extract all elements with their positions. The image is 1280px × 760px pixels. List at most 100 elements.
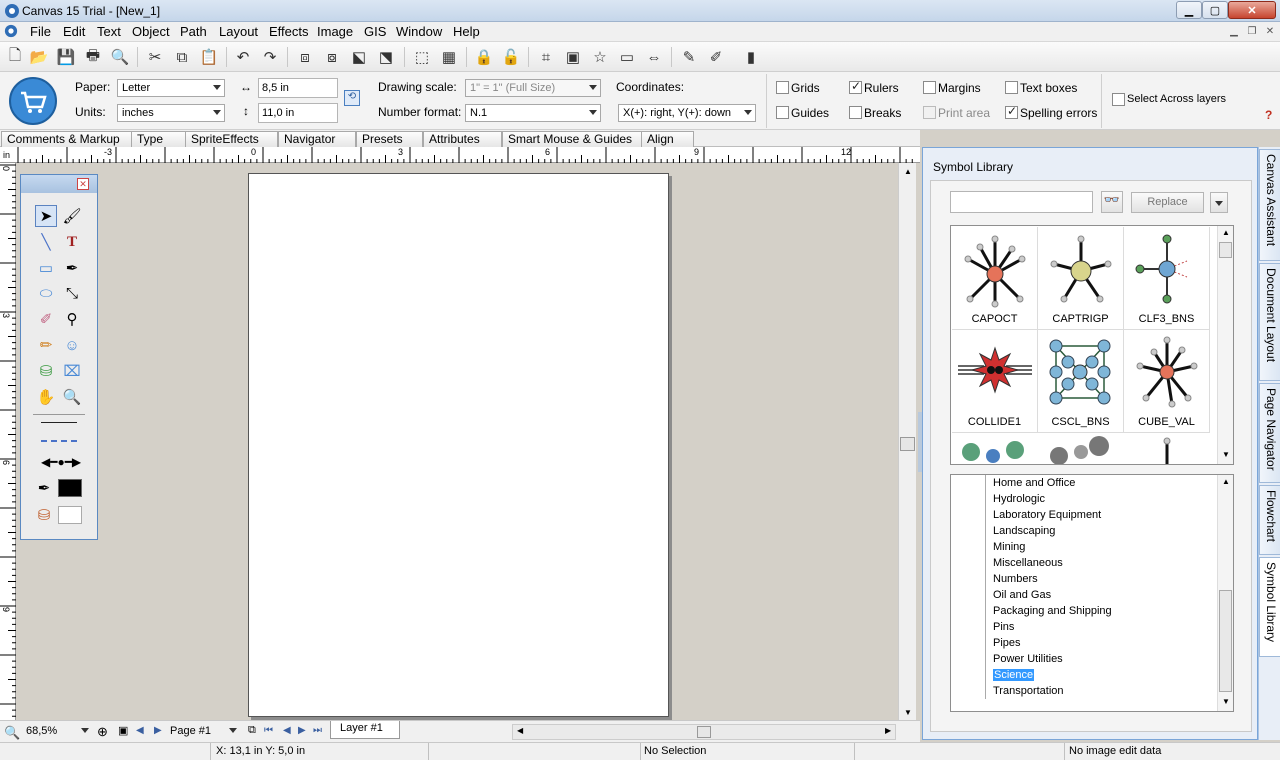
eraser-tool-icon[interactable]: ✐: [35, 308, 57, 330]
star-icon[interactable]: ☆: [589, 46, 611, 68]
tab-attributes[interactable]: Attributes: [423, 131, 502, 147]
category-tree-scroll-thumb[interactable]: [1219, 590, 1232, 692]
side-tab-document-layout[interactable]: Document Layout: [1259, 263, 1280, 381]
paint-bucket-tool-icon[interactable]: ⛁: [35, 360, 57, 382]
units-select[interactable]: inches: [117, 104, 225, 122]
menu-edit[interactable]: Edit: [59, 24, 89, 39]
print-preview-icon[interactable]: 🔍: [109, 46, 131, 68]
tree-item[interactable]: Oil and Gas: [993, 589, 1051, 601]
undo-icon[interactable]: ↶: [232, 46, 254, 68]
rulers-checkbox[interactable]: [849, 79, 862, 94]
doc-close-button[interactable]: ✕: [1262, 25, 1278, 39]
presentation-icon[interactable]: ▭: [616, 46, 638, 68]
side-tab-symbol-library[interactable]: Symbol Library: [1259, 557, 1280, 657]
oval-tool-icon[interactable]: ⬭: [35, 282, 57, 304]
tree-item[interactable]: Mining: [993, 541, 1025, 553]
scroll-left-icon[interactable]: ◀: [517, 726, 523, 735]
maximize-button[interactable]: ▢: [1202, 1, 1228, 19]
tab-spriteeffects[interactable]: SpriteEffects: [185, 131, 278, 147]
menu-object[interactable]: Object: [128, 24, 174, 39]
doc-restore-button[interactable]: ❐: [1244, 25, 1260, 39]
bring-front-icon[interactable]: ⧈: [294, 46, 316, 68]
scroll-down-icon[interactable]: ▼: [1222, 697, 1230, 706]
text-boxes-checkbox[interactable]: [1005, 81, 1018, 94]
crop-icon[interactable]: ⌗: [535, 46, 557, 68]
print-area-checkbox[interactable]: [923, 106, 936, 119]
vertical-scroll-thumb[interactable]: [900, 437, 915, 451]
select-across-layers-checkbox[interactable]: [1112, 93, 1125, 106]
tree-item-selected[interactable]: Science: [993, 669, 1035, 681]
tab-align[interactable]: Align: [641, 131, 694, 147]
spelling-errors-checkbox[interactable]: [1005, 104, 1018, 119]
replace-options-button[interactable]: [1210, 192, 1228, 213]
symbol-search-input[interactable]: [950, 191, 1093, 213]
menu-gis[interactable]: GIS: [360, 24, 390, 39]
symbol-cell[interactable]: CAPOCT: [952, 227, 1038, 330]
symbol-thumbnail-partial[interactable]: [957, 434, 1033, 464]
fill-bucket-icon[interactable]: ⛁: [33, 504, 55, 526]
scroll-down-icon[interactable]: ▼: [1222, 450, 1230, 459]
ghost-tool-icon[interactable]: ☺: [61, 334, 83, 356]
tree-item[interactable]: Power Utilities: [993, 653, 1063, 665]
selection-tool-icon[interactable]: ➤: [35, 205, 57, 227]
scroll-up-icon[interactable]: ▲: [1222, 228, 1230, 237]
menu-path[interactable]: Path: [176, 24, 211, 39]
tree-item[interactable]: Packaging and Shipping: [993, 605, 1112, 617]
zoom-tool-icon[interactable]: 🔍: [61, 386, 83, 408]
tab-comments-markup[interactable]: Comments & Markup: [1, 131, 132, 147]
last-layer-icon[interactable]: ⏭: [313, 725, 322, 736]
camera-tool-icon[interactable]: ⌧: [61, 360, 83, 382]
shift-back-icon[interactable]: ⬔: [375, 46, 397, 68]
fit-icon[interactable]: ⇔: [643, 46, 665, 68]
tree-item[interactable]: Pipes: [993, 637, 1021, 649]
width-field[interactable]: 8,5 in: [258, 78, 338, 98]
first-layer-icon[interactable]: ⏮: [264, 725, 273, 736]
menu-effects[interactable]: Effects: [265, 24, 313, 39]
paper-select[interactable]: Letter: [117, 79, 225, 97]
scroll-down-icon[interactable]: ▼: [904, 708, 912, 717]
menu-file[interactable]: File: [26, 24, 55, 39]
unlock-icon[interactable]: 🔓: [500, 46, 522, 68]
vertical-ruler[interactable]: 0 3 6 9: [0, 163, 16, 723]
minimize-button[interactable]: ▁: [1176, 1, 1202, 19]
zoom-select[interactable]: 68,5%: [22, 723, 92, 741]
line-style-dashed[interactable]: [41, 440, 77, 442]
line-tool-icon[interactable]: ╲: [35, 231, 57, 253]
orientation-icon[interactable]: ⟲: [344, 90, 360, 106]
tree-item[interactable]: Landscaping: [993, 525, 1055, 537]
menu-image[interactable]: Image: [313, 24, 357, 39]
next-layer-icon[interactable]: ▶: [298, 725, 306, 736]
tab-navigator[interactable]: Navigator: [278, 131, 356, 147]
redo-icon[interactable]: ↷: [259, 46, 281, 68]
height-field[interactable]: 11,0 in: [258, 103, 338, 123]
ungroup-icon[interactable]: ▦: [438, 46, 460, 68]
side-tab-page-navigator[interactable]: Page Navigator: [1259, 383, 1280, 483]
replace-button[interactable]: Replace: [1131, 192, 1204, 213]
menu-text[interactable]: Text: [93, 24, 125, 39]
doc-minimize-button[interactable]: ▁: [1226, 25, 1242, 39]
drawing-scale-select[interactable]: 1" = 1" (Full Size): [465, 79, 601, 97]
pen-tool-icon[interactable]: ✒: [61, 257, 83, 279]
grids-checkbox[interactable]: [776, 81, 789, 94]
breaks-checkbox[interactable]: [849, 106, 862, 119]
margins-checkbox[interactable]: [923, 81, 936, 94]
menu-help[interactable]: Help: [449, 24, 484, 39]
paste-icon[interactable]: 📋: [198, 46, 220, 68]
cut-icon[interactable]: ✂: [144, 46, 166, 68]
layer-icon[interactable]: ⧉: [248, 724, 256, 737]
binoculars-icon[interactable]: 👓: [1101, 191, 1123, 213]
symbol-thumbnail-partial[interactable]: [1129, 434, 1205, 464]
symbol-cell[interactable]: CAPTRIGP: [1038, 227, 1124, 330]
copy-icon[interactable]: ⧉: [171, 46, 193, 68]
chart-icon[interactable]: ▮: [740, 46, 762, 68]
category-tree-scrollbar[interactable]: ▲ ▼: [1217, 475, 1233, 711]
page-select[interactable]: Page #1: [166, 723, 240, 741]
scroll-up-icon[interactable]: ▲: [1222, 477, 1230, 486]
group-icon[interactable]: ⬚: [411, 46, 433, 68]
scroll-right-icon[interactable]: ▶: [885, 726, 891, 735]
layer-tab[interactable]: Layer #1: [330, 721, 400, 739]
open-icon[interactable]: 📂: [28, 46, 50, 68]
lock-icon[interactable]: 🔒: [473, 46, 495, 68]
symbol-thumbnail-partial[interactable]: [1043, 434, 1119, 464]
symbol-grid-scrollbar[interactable]: ▲ ▼: [1217, 226, 1233, 464]
